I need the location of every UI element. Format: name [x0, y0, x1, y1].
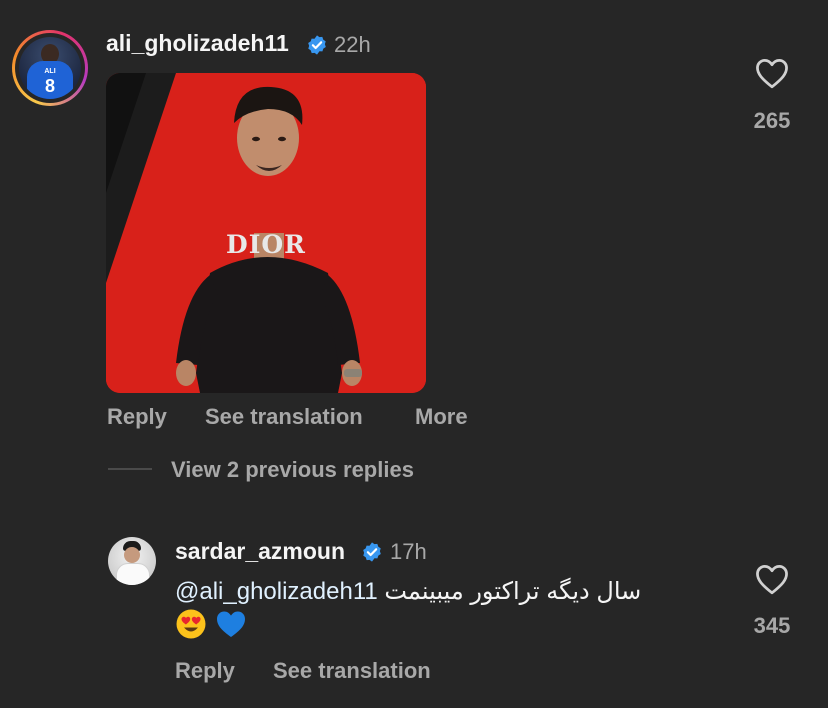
replies-divider — [108, 468, 152, 470]
view-previous-replies-button[interactable]: View 2 previous replies — [171, 457, 414, 483]
heart-eyes-icon — [176, 609, 206, 639]
comment-username[interactable]: ali_gholizadeh11 — [106, 30, 289, 57]
like-count: 345 — [753, 613, 791, 638]
reply-text: @ali_gholizadeh11 سال دیگه تراکتور میبین… — [175, 576, 720, 608]
reply-timestamp: 17h — [390, 539, 427, 564]
blue-heart-icon — [217, 611, 245, 637]
verified-badge-icon — [363, 542, 381, 562]
avatar[interactable]: ALI 8 — [19, 37, 81, 99]
gif-image: DIOR — [106, 73, 426, 393]
reply-username[interactable]: sardar_azmoun — [175, 538, 345, 565]
jersey-name: ALI — [44, 68, 56, 75]
reply-button[interactable]: Reply — [107, 404, 167, 430]
gif-attachment[interactable]: DIOR — [106, 73, 426, 393]
reply-button[interactable]: Reply — [175, 658, 235, 684]
comment-timestamp: 22h — [334, 32, 371, 57]
like-heart-icon[interactable] — [754, 57, 790, 89]
comments-thread: ALI 8 ali_gholizadeh11 22h DIOR Reply Se… — [0, 0, 828, 708]
avatar[interactable] — [108, 537, 156, 585]
like-count: 265 — [753, 108, 791, 133]
more-button[interactable]: More — [415, 404, 468, 430]
see-translation-button[interactable]: See translation — [273, 658, 431, 684]
jersey-number: 8 — [44, 76, 55, 96]
shirt-logo-text: DIOR — [226, 230, 306, 259]
mention-link[interactable]: @ali_gholizadeh11 — [175, 578, 378, 605]
verified-badge-icon — [308, 35, 326, 55]
see-translation-button[interactable]: See translation — [205, 404, 363, 430]
like-heart-icon[interactable] — [754, 563, 790, 595]
story-ring-avatar[interactable]: ALI 8 — [12, 30, 88, 106]
reply-message: سال دیگه تراکتور میبینمت — [384, 578, 642, 605]
